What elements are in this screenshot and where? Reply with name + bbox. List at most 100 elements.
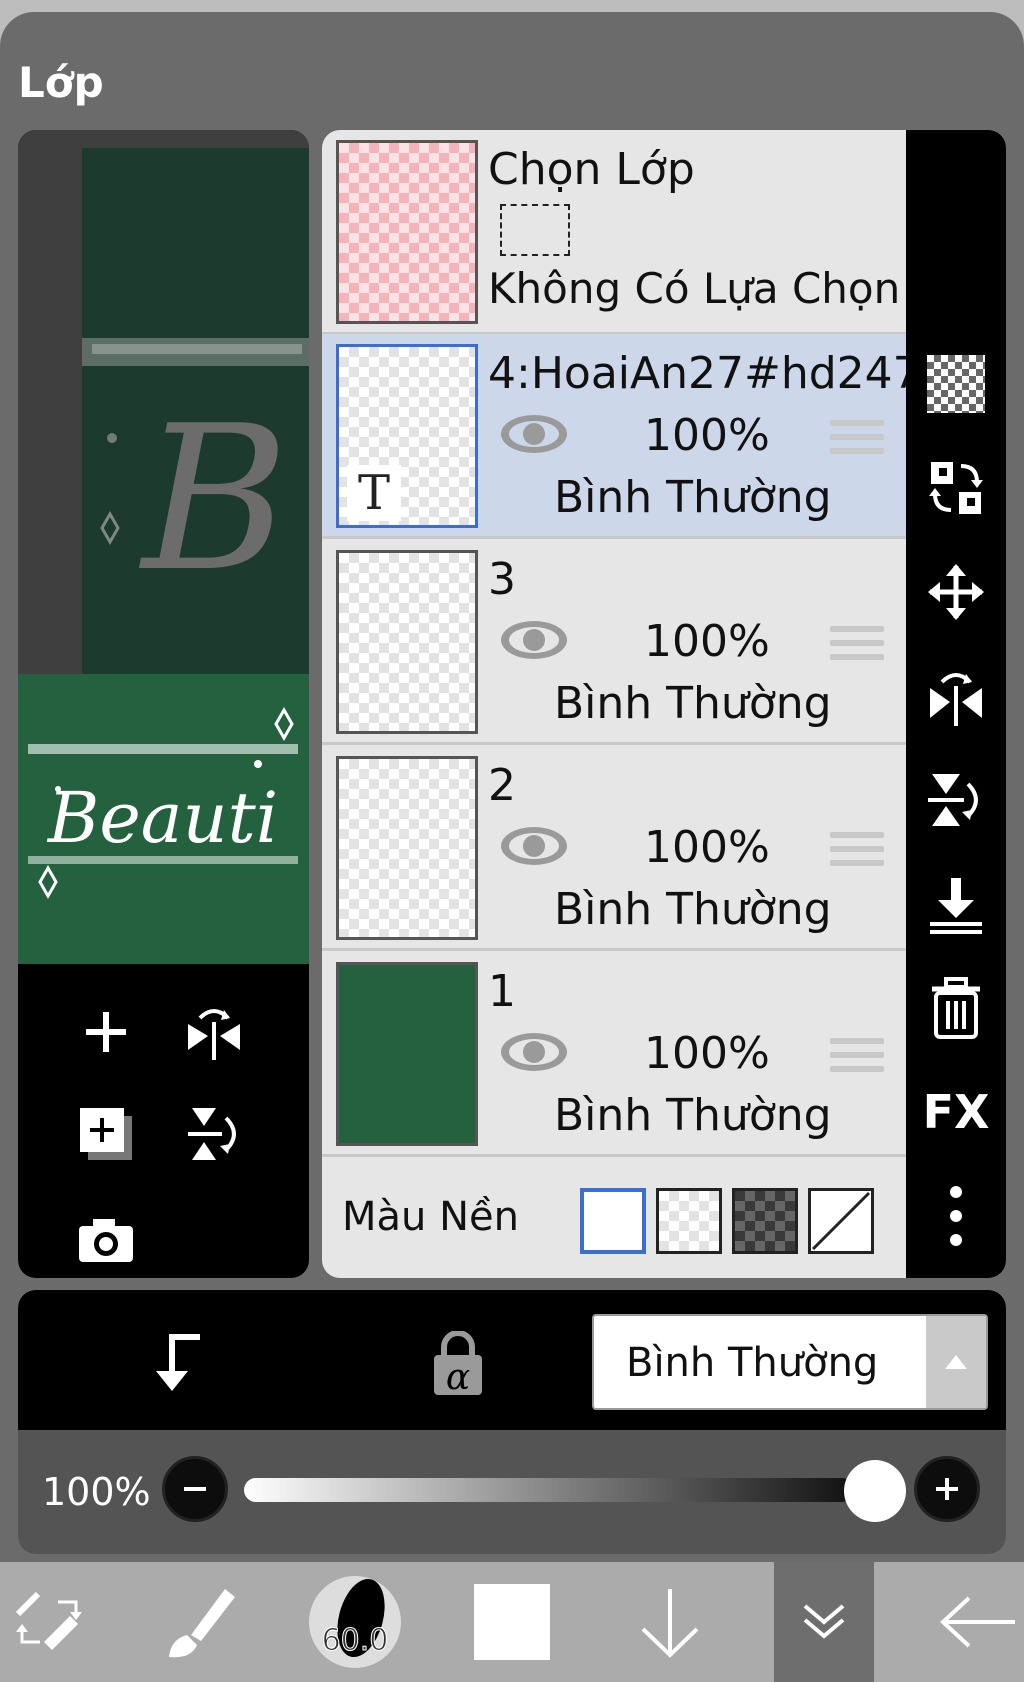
layer-thumbnail [336,962,478,1146]
camera-icon [79,1219,133,1262]
drag-handle-icon[interactable] [830,626,884,662]
layer-row-4[interactable]: T 4:HoaiAn27#hd247 100% Bình Thường [322,334,906,539]
opacity-slider-knob[interactable] [844,1460,906,1522]
flip-horizontal-left-button[interactable] [182,1000,246,1064]
selection-layer-status: Không Có Lựa Chọn [488,264,901,313]
layer-row-1[interactable]: 1 100% Bình Thường [322,952,906,1157]
camera-button[interactable] [74,1208,138,1272]
back-button[interactable] [930,1562,1024,1682]
swap-layers-button[interactable] [924,456,988,520]
bg-swatch-checker-dark[interactable] [732,1188,798,1254]
preview-thumbnail[interactable]: Beauti [18,674,309,964]
collapse-icon [803,1604,845,1639]
layer-down-button[interactable] [620,1562,720,1682]
back-arrow-icon [940,1596,1015,1648]
bottom-toolbar: 60.0 [0,1562,1024,1682]
bg-swatch-checker-light[interactable] [656,1188,722,1254]
alpha-lock-button[interactable]: α [418,1324,498,1404]
merge-down-button[interactable] [924,872,988,936]
add-layer-button[interactable] [74,1000,138,1064]
merge-down-icon [930,878,982,934]
blend-mode-value: Bình Thường [626,1340,879,1386]
transform-icon [15,1591,82,1650]
layer-blend-mode: Bình Thường [554,678,832,729]
layer-thumbnail [336,550,478,734]
layer-opacity: 100% [644,1028,770,1079]
right-toolbar: FX [906,130,1006,1278]
visibility-eye-icon[interactable] [498,824,570,868]
opacity-slider-bar: 100% [18,1430,1006,1554]
dropdown-arrow-icon [926,1316,986,1408]
layer-name: 4:HoaiAn27#hd247 [488,348,906,399]
svg-text:B: B [138,383,289,616]
more-options-button[interactable] [924,1184,988,1248]
drag-handle-icon[interactable] [830,1038,884,1074]
clipping-button[interactable] [136,1324,216,1404]
layer-blend-mode: Bình Thường [554,884,832,935]
bg-swatch-white[interactable] [580,1188,646,1254]
visibility-eye-icon[interactable] [498,412,570,456]
layer-name: 1 [488,966,516,1017]
drag-handle-icon[interactable] [830,420,884,456]
blend-mode-select[interactable]: Bình Thường [592,1314,988,1410]
swap-layers-icon [929,462,983,514]
alpha-lock-label: α [446,1357,470,1397]
layer-name: 2 [488,760,516,811]
collapse-panel-button[interactable] [774,1562,874,1682]
brush-size-icon: 60.0 [309,1576,401,1668]
fx-icon: FX [922,1085,990,1139]
flip-vertical-button[interactable] [924,768,988,832]
canvas-preview-area: B Beauti [18,130,309,1278]
text-layer-badge: T [347,465,401,521]
move-layer-button[interactable] [924,560,988,624]
delete-layer-button[interactable] [924,976,988,1040]
layer-opacity: 100% [644,616,770,667]
fx-button[interactable]: FX [922,1080,990,1144]
panel-title: Lớp [18,58,104,107]
flip-vertical-left-button[interactable] [182,1102,246,1166]
opacity-decrease-button[interactable] [162,1456,228,1522]
layer-blend-mode: Bình Thường [554,472,832,523]
flip-horizontal-icon [188,1009,240,1060]
thumbnail-text: Beauti [46,777,278,859]
alpha-lock-icon: α [434,1331,482,1397]
drag-handle-icon[interactable] [830,832,884,868]
add-special-layer-icon [80,1108,132,1160]
layer-row-2[interactable]: 2 100% Bình Thường [322,746,906,951]
selection-layer-row[interactable]: Chọn Lớp Không Có Lựa Chọn [322,130,906,335]
flip-vertical-icon [188,1108,236,1160]
minus-icon [184,1487,206,1491]
thumbnail-art: Beauti [28,706,298,900]
opacity-slider-track[interactable] [244,1478,854,1502]
no-color-icon [811,1191,871,1251]
transparency-button[interactable] [924,352,988,416]
layer-row-3[interactable]: 3 100% Bình Thường [322,540,906,745]
visibility-eye-icon[interactable] [498,1030,570,1074]
transform-tool-button[interactable] [0,1562,100,1682]
canvas-preview[interactable]: B [82,148,309,688]
add-layer-icon [86,1012,126,1052]
layer-blend-mode: Bình Thường [554,1090,832,1141]
opacity-increase-button[interactable] [914,1456,980,1522]
layer-opacity: 100% [644,822,770,873]
color-swatch-icon [474,1584,550,1660]
visibility-eye-icon[interactable] [498,618,570,662]
transparency-icon [927,355,985,413]
arrow-down-icon [641,1589,699,1658]
color-swatch-button[interactable] [462,1562,562,1682]
blend-bar: α Bình Thường [18,1290,1006,1430]
move-icon [928,564,984,620]
flip-horizontal-icon [930,673,982,726]
bg-swatch-none[interactable] [808,1188,874,1254]
brush-tool-button[interactable] [150,1562,250,1682]
layer-thumbnail: T [336,344,478,528]
brush-icon [169,1589,235,1658]
plus-icon [936,1478,958,1500]
trash-icon [932,977,980,1039]
add-special-layer-button[interactable] [74,1102,138,1166]
layer-list: Chọn Lớp Không Có Lựa Chọn T 4:HoaiAn27#… [322,130,906,1278]
layer-panel: Lớp B Beauti Chọn Lớp Không Có Lựa Chọn … [0,12,1024,1562]
layer-name: 3 [488,554,516,605]
brush-size-button[interactable]: 60.0 [300,1562,410,1682]
flip-horizontal-button[interactable] [924,664,988,728]
